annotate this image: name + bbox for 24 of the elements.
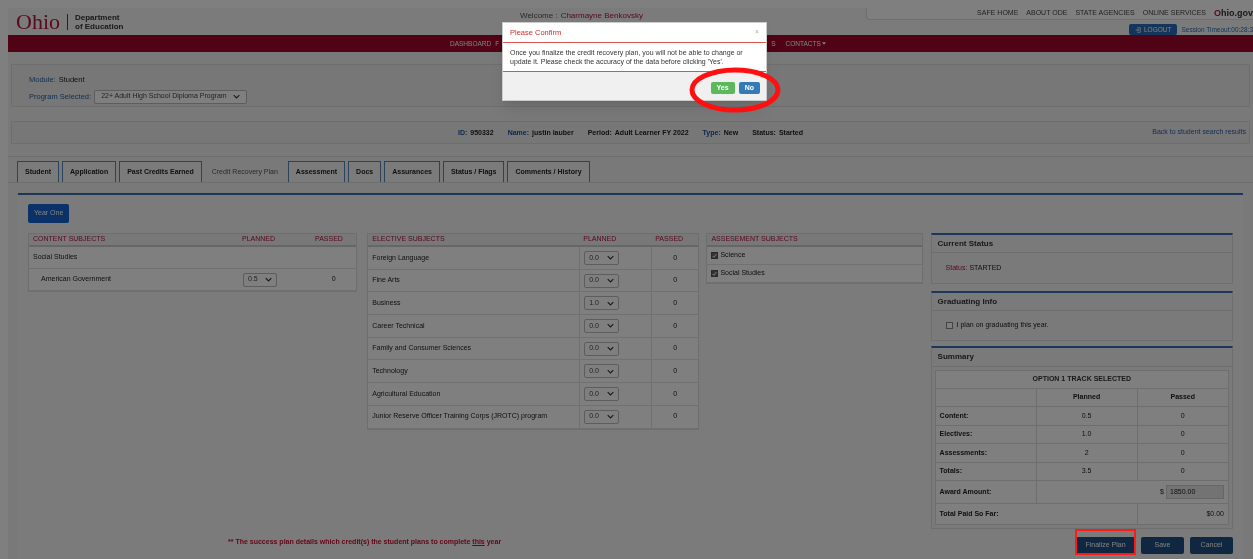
chevron-down-icon — [607, 300, 615, 306]
ohio-gov-link[interactable]: Ohio.gov — [1214, 6, 1253, 21]
panel-title: Current Status — [937, 237, 994, 250]
checkbox[interactable] — [945, 322, 953, 329]
chevron-down-icon — [607, 323, 615, 329]
chevron-down-icon — [607, 414, 615, 420]
welcome-label: Welcome : — [520, 10, 558, 22]
checkbox[interactable] — [711, 252, 719, 259]
chevron-down-icon — [607, 391, 615, 397]
checkbox[interactable] — [711, 270, 719, 277]
chevron-down-icon — [607, 368, 615, 374]
chevron-down-icon — [232, 94, 240, 100]
department-subtitle: of Education — [75, 21, 124, 31]
logout-icon — [1135, 26, 1141, 33]
chevron-down-icon — [607, 346, 615, 352]
user-name: Charmayne Benkovsky — [560, 10, 643, 22]
ohio-logo: Ohio — [16, 10, 60, 33]
chevron-down-icon — [607, 255, 615, 261]
caret-icon — [821, 42, 826, 46]
chevron-down-icon — [265, 277, 272, 282]
panel-title: Graduating Info — [937, 295, 998, 308]
panel-title: Summary — [937, 351, 975, 363]
department-label: Department — [75, 12, 120, 22]
chevron-down-icon — [607, 278, 615, 284]
